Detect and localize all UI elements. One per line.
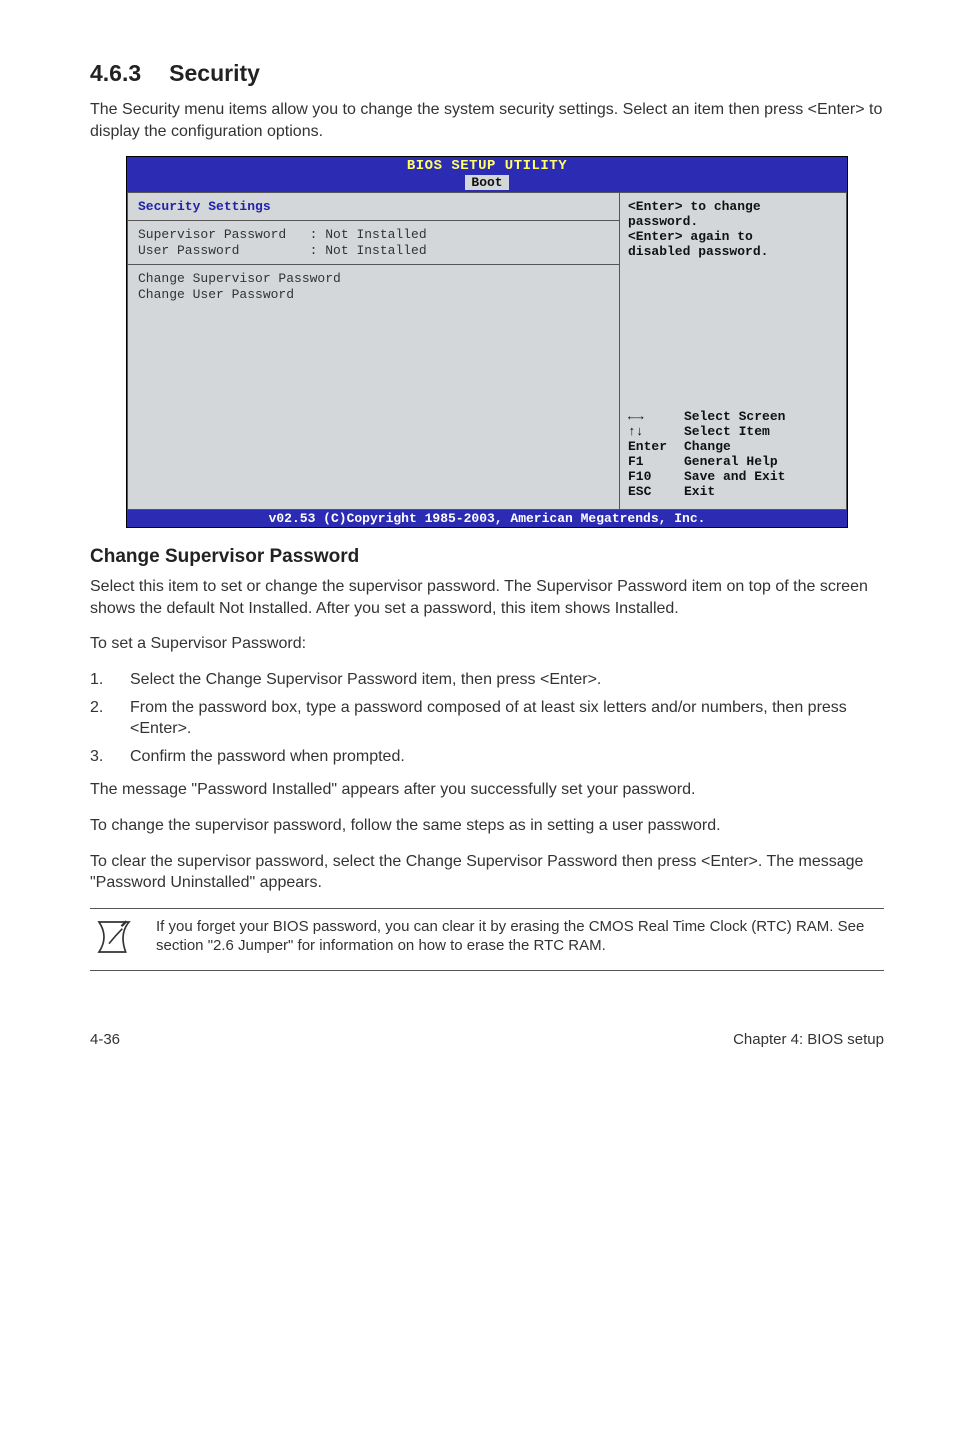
nav-key: ESC <box>628 484 684 499</box>
help-line: <Enter> to change <box>628 199 838 214</box>
help-line: <Enter> again to <box>628 229 838 244</box>
nav-label: Select Item <box>684 424 770 439</box>
paragraph: To clear the supervisor password, select… <box>90 851 884 894</box>
step-text: Select the Change Supervisor Password it… <box>130 669 601 691</box>
list-item: 3.Confirm the password when prompted. <box>90 746 884 768</box>
step-text: Confirm the password when prompted. <box>130 746 405 768</box>
help-line: password. <box>628 214 838 229</box>
bios-tab-boot: Boot <box>465 175 508 190</box>
bios-row-sup-label: Supervisor Password <box>138 227 286 242</box>
step-text: From the password box, type a password c… <box>130 697 884 740</box>
bios-left-pane: Security Settings Supervisor Password : … <box>127 192 619 510</box>
bios-row-usr-label: User Password <box>138 243 239 258</box>
paragraph: Select this item to set or change the su… <box>90 576 884 619</box>
bios-tab-bar: Boot <box>127 175 847 192</box>
bios-row-change-sup: Change Supervisor Password <box>138 271 609 286</box>
paragraph: The message "Password Installed" appears… <box>90 779 884 801</box>
nav-key: ←→ <box>628 409 684 424</box>
bios-setup-panel: BIOS SETUP UTILITY Boot Security Setting… <box>126 156 848 528</box>
subheading-change-supervisor: Change Supervisor Password <box>90 546 884 568</box>
bios-footer: v02.53 (C)Copyright 1985-2003, American … <box>127 510 847 527</box>
paragraph: To change the supervisor password, follo… <box>90 815 884 837</box>
nav-key: Enter <box>628 439 684 454</box>
nav-label: Select Screen <box>684 409 785 424</box>
nav-label: Save and Exit <box>684 469 785 484</box>
bios-help-text: <Enter> to change password. <Enter> agai… <box>628 199 838 259</box>
nav-key: ↑↓ <box>628 424 684 439</box>
page-footer: 4-36 Chapter 4: BIOS setup <box>90 1031 884 1048</box>
section-title: 4.6.3 Security <box>90 60 884 87</box>
bios-heading: Security Settings <box>138 199 609 214</box>
nav-label: Change <box>684 439 731 454</box>
nav-key: F10 <box>628 469 684 484</box>
section-number: 4.6.3 <box>90 60 141 86</box>
list-item: 2.From the password box, type a password… <box>90 697 884 740</box>
bios-title: BIOS SETUP UTILITY <box>127 157 847 175</box>
nav-label: Exit <box>684 484 715 499</box>
note-callout: If you forget your BIOS password, you ca… <box>90 908 884 971</box>
bios-row-usr-value: : Not Installed <box>310 243 427 258</box>
bios-row-sup-value: : Not Installed <box>310 227 427 242</box>
page-number: 4-36 <box>90 1031 120 1048</box>
bios-right-pane: <Enter> to change password. <Enter> agai… <box>619 192 847 510</box>
steps-list: 1.Select the Change Supervisor Password … <box>90 669 884 767</box>
help-line: disabled password. <box>628 244 838 259</box>
nav-label: General Help <box>684 454 778 469</box>
list-item: 1.Select the Change Supervisor Password … <box>90 669 884 691</box>
chapter-label: Chapter 4: BIOS setup <box>733 1031 884 1048</box>
paragraph: To set a Supervisor Password: <box>90 633 884 655</box>
note-text: If you forget your BIOS password, you ca… <box>156 917 884 956</box>
note-icon <box>90 917 138 962</box>
nav-key: F1 <box>628 454 684 469</box>
bios-nav-legend: ←→Select Screen ↑↓Select Item EnterChang… <box>628 409 838 499</box>
section-name: Security <box>169 60 260 86</box>
intro-paragraph: The Security menu items allow you to cha… <box>90 99 884 142</box>
bios-row-change-usr: Change User Password <box>138 287 609 302</box>
